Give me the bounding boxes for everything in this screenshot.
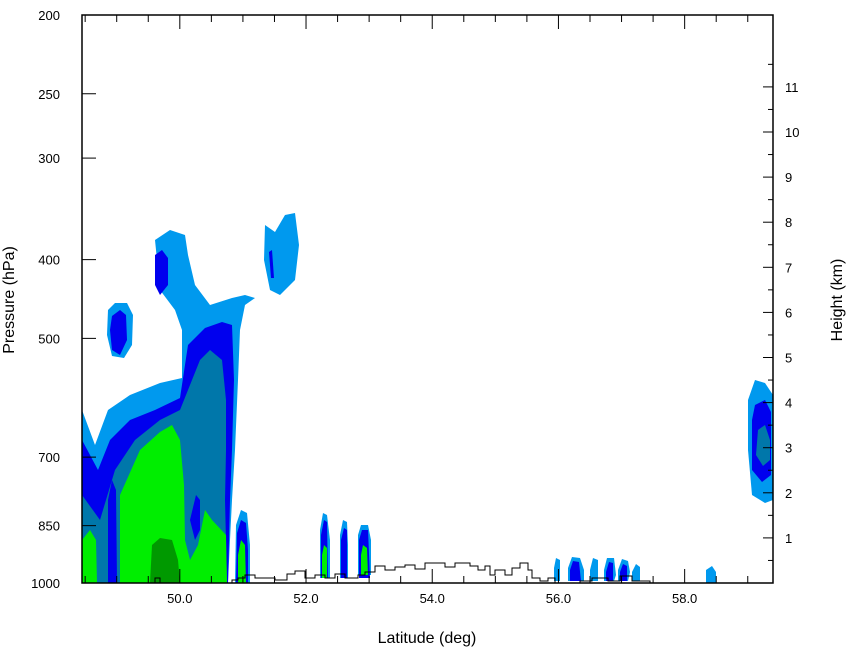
y-tick-label-right: 4: [785, 396, 792, 411]
y-tick-label-right: 11: [785, 80, 799, 95]
y-axis-title-left: Pressure (hPa): [1, 246, 18, 354]
y-axis-title-right: Height (km): [829, 259, 846, 342]
y-tick-label-right: 9: [785, 170, 792, 185]
y-tick-label-left: 200: [38, 8, 60, 23]
y-tick-label-left: 1000: [31, 576, 60, 591]
x-tick-label: 50.0: [167, 591, 192, 606]
cross-section-chart: 50.0 52.0 54.0 56.0 58.020025030040050070085…: [1, 8, 846, 647]
x-tick-label: 56.0: [546, 591, 571, 606]
x-axis-title: Latitude (deg): [378, 630, 477, 647]
y-tick-label-right: 3: [785, 441, 792, 456]
contour-green-left: [82, 530, 97, 583]
y-tick-label-right: 8: [785, 215, 792, 230]
y-tick-label-right: 5: [785, 351, 792, 366]
y-tick-label-right: 10: [785, 125, 799, 140]
y-tick-label-right: 6: [785, 305, 792, 320]
y-tick-label-left: 400: [38, 253, 60, 268]
contour-light-blue-col-57-4: [632, 564, 640, 581]
y-tick-label-left: 700: [38, 450, 60, 465]
contour-light-blue-col-58-5: [706, 566, 716, 583]
y-tick-label-left: 500: [38, 331, 60, 346]
contour-fill-layer: [82, 213, 773, 583]
x-tick-label: 58.0: [672, 591, 697, 606]
y-tick-label-right: 2: [785, 486, 792, 501]
x-tick-label: 54.0: [420, 591, 445, 606]
y-tick-label-left: 850: [38, 519, 60, 534]
y-tick-label-right: 1: [785, 531, 792, 546]
y-tick-label-left: 300: [38, 151, 60, 166]
contour-dark-blue-gap-1: [108, 480, 117, 583]
x-tick-label: 52.0: [293, 591, 318, 606]
y-tick-label-right: 7: [785, 260, 792, 275]
y-tick-label-left: 250: [38, 87, 60, 102]
